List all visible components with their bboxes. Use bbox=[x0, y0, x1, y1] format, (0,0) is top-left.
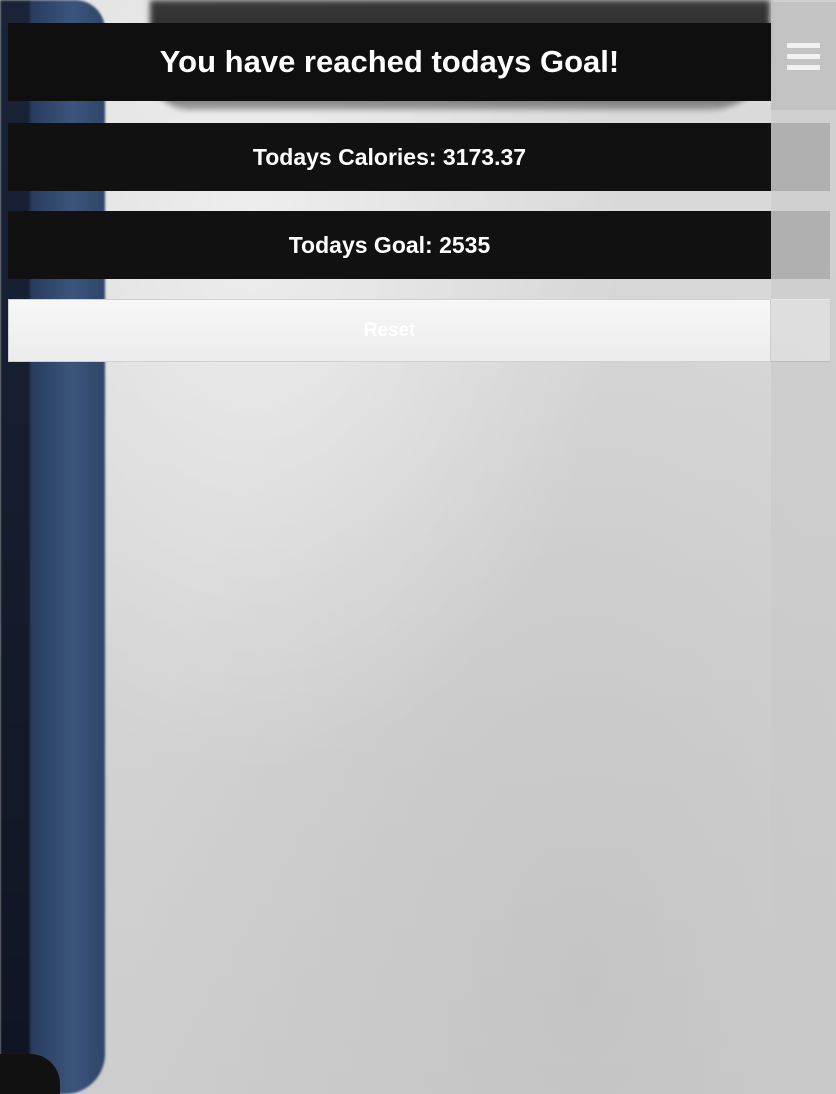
goal-row-side bbox=[771, 211, 830, 279]
menu-toggle-button[interactable] bbox=[771, 2, 836, 110]
goal-row: Todays Goal: 2535 bbox=[8, 211, 830, 279]
todays-goal-text: Todays Goal: 2535 bbox=[288, 231, 491, 258]
calories-row: Todays Calories: 3173.37 bbox=[8, 123, 830, 191]
hamburger-menu-icon bbox=[787, 42, 820, 70]
goal-reached-message: You have reached todays Goal! bbox=[159, 44, 620, 79]
todays-calories-panel: Todays Calories: 3173.37 bbox=[8, 123, 771, 191]
todays-goal-panel: Todays Goal: 2535 bbox=[8, 211, 771, 279]
hamburger-line bbox=[787, 53, 820, 59]
reset-row: Reset bbox=[8, 299, 830, 362]
hamburger-line bbox=[787, 42, 820, 48]
calories-row-side bbox=[771, 123, 830, 191]
reset-button[interactable]: Reset bbox=[8, 299, 771, 362]
hamburger-line bbox=[787, 64, 820, 70]
reset-row-side bbox=[771, 299, 830, 362]
todays-calories-text: Todays Calories: 3173.37 bbox=[252, 143, 527, 170]
goal-reached-banner: You have reached todays Goal! bbox=[8, 23, 771, 101]
